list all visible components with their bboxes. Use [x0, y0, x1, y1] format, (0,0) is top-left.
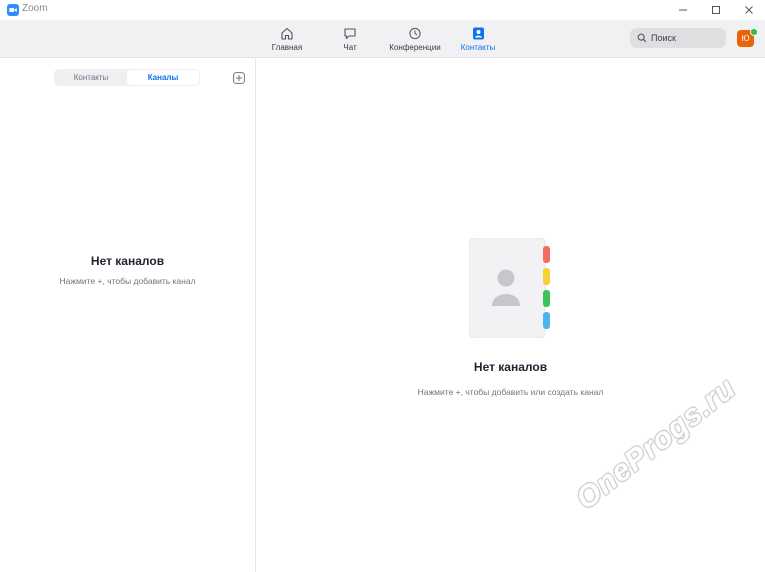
avatar-initial: Ю: [741, 34, 750, 43]
zoom-logo-icon: [7, 4, 19, 16]
nav-home[interactable]: Главная: [268, 22, 306, 56]
nav-meetings-label: Конференции: [389, 43, 441, 52]
tab-channels[interactable]: Каналы: [127, 70, 199, 85]
minimize-icon: [679, 9, 687, 11]
nav-home-label: Главная: [271, 43, 303, 52]
nav-contacts-label: Контакты: [460, 43, 496, 52]
contacts-icon: [472, 27, 484, 40]
main-empty-title: Нет каналов: [473, 360, 548, 374]
close-button[interactable]: [734, 0, 764, 20]
address-book-icon: [469, 238, 550, 338]
top-navigation: Главная Чат Конференции Контакты Поиск Ю: [0, 20, 765, 58]
add-channel-icon[interactable]: [233, 72, 245, 84]
nav-meetings[interactable]: Конференции: [385, 22, 445, 56]
home-icon: [281, 27, 293, 40]
nav-chat[interactable]: Чат: [337, 22, 363, 56]
search-field[interactable]: Поиск: [630, 28, 726, 48]
left-panel: Контакты Каналы Нет каналов Нажмите +, ч…: [0, 58, 256, 572]
close-icon: [745, 6, 753, 14]
title-bar: Zoom: [0, 0, 765, 20]
clock-icon: [409, 27, 421, 40]
search-icon: [637, 33, 647, 43]
nav-chat-label: Чат: [343, 43, 357, 52]
maximize-button[interactable]: [701, 0, 731, 20]
empty-state-title: Нет каналов: [90, 254, 165, 268]
app-title: Zoom: [22, 3, 48, 14]
chat-icon: [344, 28, 356, 40]
maximize-icon: [712, 6, 720, 14]
nav-contacts[interactable]: Контакты: [457, 22, 499, 56]
contacts-channels-switch: Контакты Каналы: [54, 69, 200, 86]
right-panel: Нет каналов Нажмите +, чтобы добавить ил…: [256, 58, 765, 572]
online-status-dot: [750, 28, 758, 36]
tab-contacts[interactable]: Контакты: [55, 70, 127, 85]
main-empty-subtitle: Нажмите +, чтобы добавить или создать ка…: [417, 387, 604, 397]
empty-state-subtitle: Нажмите +, чтобы добавить канал: [59, 276, 196, 286]
minimize-button[interactable]: [668, 0, 698, 20]
search-label: Поиск: [651, 33, 676, 43]
